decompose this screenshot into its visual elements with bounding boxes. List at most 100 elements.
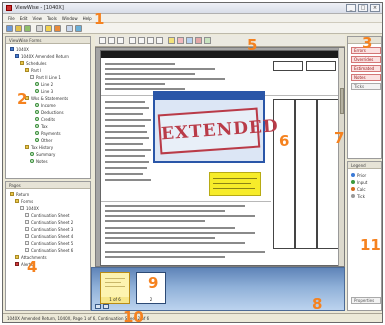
tree-item[interactable]: Other <box>35 137 52 143</box>
document-icon <box>25 220 29 224</box>
check-icon <box>35 103 39 107</box>
menu-help[interactable]: Help <box>82 16 93 21</box>
document-viewer[interactable]: EXTENDED <box>95 47 345 267</box>
note-icon[interactable] <box>168 37 175 44</box>
app-icon <box>6 5 12 11</box>
menu-file[interactable]: File <box>7 16 16 21</box>
form-column-c[interactable] <box>317 99 339 249</box>
stamp-tool-icon[interactable] <box>177 37 184 44</box>
next-page-icon[interactable] <box>147 37 154 44</box>
document-icon <box>25 241 29 245</box>
tree-item[interactable]: Continuation Sheet 3 <box>25 226 73 232</box>
tree-item[interactable]: Income <box>35 102 56 108</box>
minimize-button[interactable]: _ <box>346 4 356 12</box>
legend-dot-icon <box>351 194 355 198</box>
annotation-overrides[interactable]: Overrides <box>351 56 381 63</box>
search-icon[interactable] <box>66 25 73 32</box>
form-text-line <box>105 161 149 163</box>
form-page[interactable]: EXTENDED <box>100 50 340 266</box>
tree-item[interactable]: Notes <box>30 158 48 164</box>
save-icon[interactable] <box>24 25 31 32</box>
tree-item[interactable]: Wks & Statements <box>25 95 68 101</box>
tick-icon[interactable] <box>204 37 211 44</box>
thumb-text-line <box>105 286 125 287</box>
document-scrollbar[interactable] <box>338 48 344 266</box>
tree-item[interactable]: Line 3 <box>35 88 53 94</box>
form-field[interactable] <box>306 61 336 71</box>
print-icon[interactable] <box>36 25 43 32</box>
tree-item[interactable]: Continuation Sheet 2 <box>25 219 73 225</box>
tree-item[interactable]: Deductions <box>35 109 64 115</box>
window-title: ViewWise - [1040X] <box>15 5 64 11</box>
form-field[interactable] <box>273 61 303 71</box>
form-column-b[interactable] <box>295 99 317 249</box>
tree-item[interactable]: Continuation Sheet <box>25 212 69 218</box>
tree-item[interactable]: 1040X <box>20 205 39 211</box>
new-icon[interactable] <box>6 25 13 32</box>
thumbnail-label: 2 <box>137 297 165 303</box>
tree-item[interactable]: Schedules <box>20 60 46 66</box>
form-text-line <box>105 119 151 121</box>
document-icon <box>20 206 24 210</box>
tree-item[interactable]: 1040X <box>10 46 29 52</box>
form-text-line <box>105 237 215 239</box>
form-text-line <box>105 107 149 109</box>
document-icon <box>25 248 29 252</box>
open-folder-icon[interactable] <box>15 25 22 32</box>
fit-page-icon[interactable] <box>117 37 124 44</box>
zoom-in-icon[interactable] <box>99 37 106 44</box>
strip-next-icon[interactable] <box>103 304 109 309</box>
check-icon <box>35 117 39 121</box>
maximize-button[interactable]: □ <box>358 4 368 12</box>
annotation-notes[interactable]: Notes <box>351 74 381 81</box>
form-text-line <box>105 78 225 80</box>
close-button[interactable]: × <box>370 4 380 12</box>
first-page-icon[interactable] <box>129 37 136 44</box>
tree-item[interactable]: Part II Line 1 <box>30 74 61 80</box>
menu-edit[interactable]: Edit <box>19 16 29 21</box>
highlight-tool-icon[interactable] <box>186 37 193 44</box>
zoom-out-icon[interactable] <box>108 37 115 44</box>
form-text-line <box>105 167 147 169</box>
tree-item[interactable]: Continuation Sheet 4 <box>25 233 73 239</box>
check-icon <box>35 124 39 128</box>
tree-item[interactable]: Return <box>10 191 29 197</box>
stamp-overlay[interactable]: EXTENDED <box>153 91 279 163</box>
annotation-ticks[interactable]: Ticks <box>351 83 381 90</box>
form-icon <box>10 47 14 51</box>
page-thumbnail[interactable]: 1 of 6 <box>100 272 130 304</box>
highlight-icon[interactable] <box>45 25 52 32</box>
refresh-icon[interactable] <box>75 25 82 32</box>
tree-item[interactable]: Summary <box>30 151 55 157</box>
tree-item[interactable]: Payments <box>35 130 61 136</box>
tree-item[interactable]: Credits <box>35 116 55 122</box>
scrollbar-thumb[interactable] <box>340 88 344 114</box>
prev-page-icon[interactable] <box>138 37 145 44</box>
properties-button[interactable]: Properties <box>351 297 381 304</box>
form-text-line <box>105 113 143 115</box>
tree-item[interactable]: Forms <box>15 198 33 204</box>
tree-item[interactable]: Continuation Sheet 6 <box>25 247 73 253</box>
tree-item[interactable]: Part I <box>25 67 41 73</box>
tree-item[interactable]: Tax <box>35 123 48 129</box>
redact-icon[interactable] <box>195 37 202 44</box>
last-page-icon[interactable] <box>156 37 163 44</box>
title-bar: ViewWise - [1040X] _ □ × <box>3 3 382 14</box>
legend-row: Tick <box>351 193 365 199</box>
pages-tree-header: Pages <box>6 182 90 189</box>
tree-item[interactable]: Line 2 <box>35 81 53 87</box>
tree-item[interactable]: 1040X Amended Return <box>15 53 69 59</box>
tree-item[interactable]: Tax History <box>25 144 53 150</box>
stamp-icon[interactable] <box>54 25 61 32</box>
menu-view[interactable]: View <box>31 16 43 21</box>
menu-tools[interactable]: Tools <box>46 16 58 21</box>
strip-prev-icon[interactable] <box>95 304 101 309</box>
tree-item[interactable]: Continuation Sheet 5 <box>25 240 73 246</box>
forms-tree-header: ViewWise Forms <box>6 37 90 44</box>
form-text-line <box>105 242 245 244</box>
form-text-line <box>105 220 205 222</box>
menu-window[interactable]: Window <box>61 16 79 21</box>
callout-1: 1 <box>94 10 105 28</box>
annotation-estimated[interactable]: Estimated <box>351 65 381 72</box>
sticky-note[interactable] <box>209 172 261 196</box>
